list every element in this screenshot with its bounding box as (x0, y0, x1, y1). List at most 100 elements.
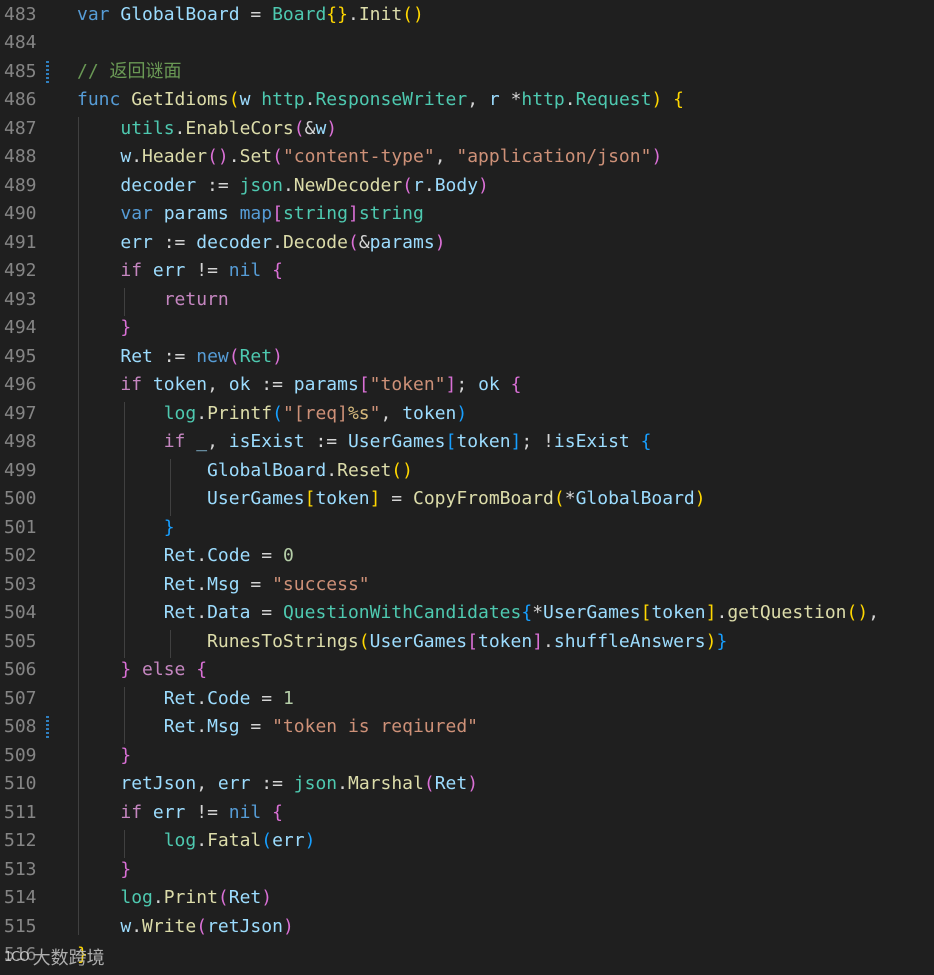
line-number: 497 (4, 402, 37, 424)
indent-guide-if-err2 (124, 830, 125, 858)
line-code: if err != nil { (77, 257, 283, 286)
code-token: isExist (553, 431, 630, 452)
code-token: ( (293, 117, 305, 139)
code-token: %s (347, 402, 370, 424)
code-line[interactable]: 497 log.Printf("[req]%s", token) (0, 400, 934, 429)
code-line[interactable]: 496 if token, ok := params["token"]; ok … (0, 371, 934, 400)
code-line[interactable]: 505 RunesToStrings(UserGames[token].shuf… (0, 628, 934, 657)
code-token: params (163, 203, 240, 224)
code-line[interactable]: 516} (0, 941, 934, 970)
code-line[interactable]: 484 (0, 29, 934, 58)
code-token: . (196, 402, 208, 424)
code-line[interactable]: 501 } (0, 514, 934, 543)
code-line[interactable]: 487 utils.EnableCors(&w) (0, 115, 934, 144)
code-line[interactable]: 495 Ret := new(Ret) (0, 343, 934, 372)
code-line[interactable]: 489 decoder := json.NewDecoder(r.Body) (0, 172, 934, 201)
line-code: err := decoder.Decode(&params) (77, 229, 446, 258)
code-token: } (120, 744, 132, 766)
code-line[interactable]: 511 if err != nil { (0, 799, 934, 828)
code-token: } (716, 630, 728, 652)
code-token: . (196, 716, 208, 737)
code-token: Reset (337, 459, 392, 481)
line-code: } (77, 856, 131, 885)
code-line[interactable]: 498 if _, isExist := UserGames[token]; !… (0, 428, 934, 457)
code-token: UserGames (543, 602, 641, 623)
line-code: Ret.Code = 1 (77, 685, 294, 714)
code-line[interactable]: 488 w.Header().Set("content-type", "appl… (0, 143, 934, 172)
code-line[interactable]: 509 } (0, 742, 934, 771)
code-line[interactable]: 514 log.Print(Ret) (0, 884, 934, 913)
code-token: () (391, 459, 413, 481)
code-token: ( (261, 830, 273, 851)
code-token: ok (478, 374, 500, 395)
code-token: [ (304, 488, 316, 509)
code-line[interactable]: 500 UserGames[token] = CopyFromBoard(*Gl… (0, 485, 934, 514)
code-line[interactable]: 499 GlobalBoard.Reset() (0, 457, 934, 486)
code-line[interactable]: 503 Ret.Msg = "success" (0, 571, 934, 600)
code-line[interactable]: 508 Ret.Msg = "token is reqiured" (0, 713, 934, 742)
code-line[interactable]: 512 log.Fatal(err) (0, 827, 934, 856)
line-number: 507 (4, 687, 37, 709)
line-number: 513 (4, 858, 37, 880)
code-token: ) (478, 174, 489, 196)
code-token: json (293, 773, 338, 794)
code-line[interactable]: 504 Ret.Data = QuestionWithCandidates{*U… (0, 599, 934, 628)
code-token: params (293, 374, 359, 395)
code-line[interactable]: 485 // 返回谜面 (0, 58, 934, 87)
code-editor[interactable]: 483 var GlobalBoard = Board{}.Init() 484 48… (0, 0, 934, 975)
code-line[interactable]: 494 } (0, 314, 934, 343)
code-line[interactable]: 483 var GlobalBoard = Board{}.Init() (0, 1, 934, 30)
code-token: . (196, 545, 208, 566)
code-token: . (228, 146, 240, 167)
code-line[interactable]: 491 err := decoder.Decode(&params) (0, 229, 934, 258)
line-number: 487 (4, 117, 37, 139)
code-line[interactable]: 493 return (0, 286, 934, 315)
line-code: w.Write(retJson) (77, 913, 293, 942)
code-line[interactable]: 513 } (0, 856, 934, 885)
code-token: 0 (282, 545, 294, 566)
code-token: ) (651, 146, 663, 167)
code-line[interactable]: 502 Ret.Code = 0 (0, 542, 934, 571)
code-token: Ret (163, 687, 197, 709)
code-token: ) (326, 117, 338, 139)
code-line[interactable]: 515 w.Write(retJson) (0, 913, 934, 942)
code-token: ] (347, 203, 359, 224)
code-token: . (131, 915, 143, 937)
line-code: decoder := json.NewDecoder(r.Body) (77, 172, 489, 201)
modified-line-marker[interactable] (46, 60, 49, 83)
code-token: [ (358, 374, 370, 395)
code-token: * (564, 488, 576, 509)
code-token: if (120, 374, 153, 395)
code-token: ) (434, 231, 446, 253)
code-line[interactable]: 506 } else { (0, 656, 934, 685)
code-line[interactable]: 490 var params map[string]string (0, 200, 934, 229)
line-number: 510 (4, 773, 37, 794)
code-token: != (185, 260, 229, 281)
line-number: 484 (4, 32, 37, 53)
code-token: ; ! (521, 431, 554, 452)
indent-guide-if-err (124, 288, 125, 316)
code-line[interactable]: 492 if err != nil { (0, 257, 934, 286)
code-token: GlobalBoard (207, 459, 327, 481)
code-token: else (142, 659, 186, 680)
code-line[interactable]: 507 Ret.Code = 1 (0, 685, 934, 714)
code-token: token (651, 602, 706, 623)
line-number: 506 (4, 659, 37, 680)
code-token: Print (163, 887, 218, 908)
code-line[interactable]: 486 func GetIdioms(w http.ResponseWriter,… (0, 86, 934, 115)
modified-line-marker[interactable] (46, 716, 49, 738)
code-token: ) (261, 887, 273, 908)
code-token: QuestionWithCandidates (282, 602, 522, 623)
code-line[interactable]: 510 retJson, err := json.Marshal(Ret) (0, 770, 934, 799)
watermark-text: 大数跨境 (32, 948, 105, 969)
code-token: Decode (282, 231, 348, 253)
line-code: // 返回谜面 (77, 58, 182, 87)
code-token: if (120, 260, 153, 281)
